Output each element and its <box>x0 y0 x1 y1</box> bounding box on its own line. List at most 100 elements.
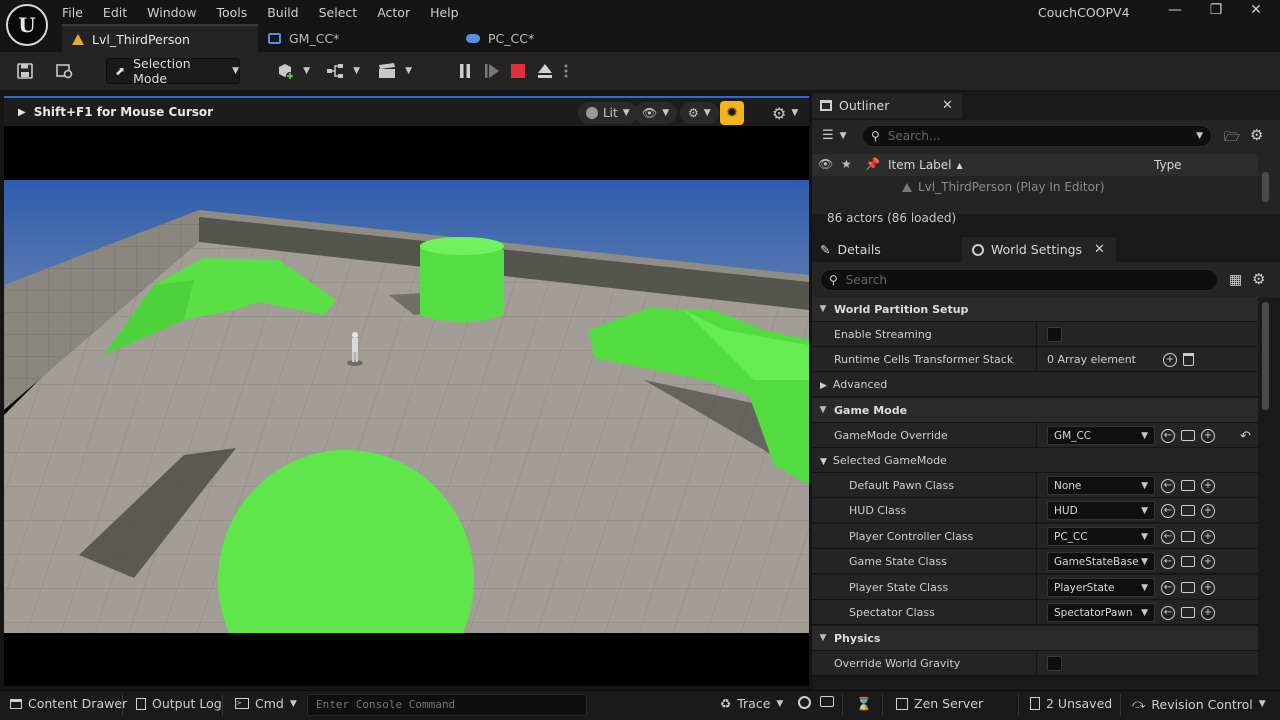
prop-advanced[interactable]: ▶ Advanced <box>812 372 1258 397</box>
spectator-dropdown[interactable]: SpectatorPawn ▼ <box>1047 603 1155 622</box>
realtime-toggle-icon[interactable]: ✹ <box>720 101 744 125</box>
folder-icon[interactable] <box>1181 505 1195 516</box>
record-icon[interactable] <box>798 696 811 709</box>
close-outliner-icon[interactable]: ✕ <box>942 98 953 113</box>
menu-help[interactable]: Help <box>430 5 459 20</box>
browse-arrow-icon[interactable]: ← <box>1161 478 1175 493</box>
zen-server-button[interactable]: Zen Server <box>896 696 983 711</box>
menu-window[interactable]: Window <box>147 5 196 20</box>
browse-arrow-icon[interactable]: ← <box>1161 428 1175 443</box>
menu-actor[interactable]: Actor <box>377 5 410 20</box>
override-gravity-checkbox[interactable] <box>1047 656 1062 671</box>
unreal-logo[interactable]: U <box>6 4 48 46</box>
add-icon[interactable]: + <box>1201 605 1215 620</box>
add-element-icon[interactable]: + <box>1163 352 1177 367</box>
browse-arrow-icon[interactable]: ← <box>1161 554 1175 569</box>
screenshot-icon[interactable] <box>820 696 834 707</box>
view-mode-lit-button[interactable]: Lit ▼ <box>578 102 638 124</box>
blueprints-button[interactable]: ▼ <box>326 60 360 82</box>
revision-control-dropdown[interactable]: ⤼ Revision Control ▼ <box>1132 696 1266 712</box>
save-icon[interactable] <box>14 60 36 82</box>
trash-icon[interactable] <box>1183 353 1194 366</box>
folder-icon[interactable] <box>1181 556 1195 567</box>
menu-edit[interactable]: Edit <box>103 5 127 20</box>
reset-to-default-icon[interactable]: ↶ <box>1240 429 1251 444</box>
pause-icon[interactable] <box>454 60 476 82</box>
browse-arrow-icon[interactable]: ← <box>1161 580 1175 595</box>
player-state-dropdown[interactable]: PlayerState ▼ <box>1047 578 1155 597</box>
close-world-settings-icon[interactable]: ✕ <box>1094 242 1105 257</box>
hourglass-icon[interactable]: ⌛ <box>856 696 872 712</box>
default-pawn-dropdown[interactable]: None ▼ <box>1047 476 1155 495</box>
cmd-dropdown[interactable]: > Cmd ▼ <box>235 696 297 711</box>
game-scene[interactable] <box>4 180 809 633</box>
add-icon[interactable]: + <box>1201 554 1215 569</box>
details-scrollbar[interactable] <box>1262 302 1269 410</box>
table-view-icon[interactable]: ▦ <box>1229 272 1242 288</box>
stop-icon[interactable] <box>507 60 529 82</box>
category-world-partition[interactable]: ▼ World Partition Setup <box>812 297 1258 322</box>
tab-outliner[interactable]: Outliner <box>820 98 889 113</box>
console-command-input[interactable]: Enter Console Command <box>307 694 587 716</box>
tab-gm-cc[interactable]: GM_CC* <box>258 24 454 52</box>
gear-icon[interactable]: ⚙ <box>1250 126 1263 144</box>
visibility-eye-icon[interactable]: 👁 <box>818 157 833 171</box>
add-folder-icon[interactable]: 🗁 <box>1224 128 1240 150</box>
category-physics[interactable]: ▼ Physics <box>812 626 1258 651</box>
browse-arrow-icon[interactable]: ← <box>1161 605 1175 620</box>
prop-selected-gamemode[interactable]: ▼ Selected GameMode <box>812 448 1258 473</box>
output-log-button[interactable]: Output Log <box>136 696 222 711</box>
close-window-button[interactable]: ✕ <box>1246 2 1266 20</box>
tab-world-settings[interactable]: World Settings <box>972 242 1082 257</box>
unsaved-button[interactable]: 2 Unsaved <box>1030 696 1112 711</box>
content-drawer-button[interactable]: Content Drawer <box>10 696 127 711</box>
add-icon[interactable]: + <box>1201 529 1215 544</box>
column-item-label[interactable]: Item Label ▲ <box>888 158 963 172</box>
filter-button[interactable]: ☰ ▼ <box>822 128 847 143</box>
hud-class-dropdown[interactable]: HUD ▼ <box>1047 501 1155 520</box>
folder-icon[interactable] <box>1181 480 1195 491</box>
outliner-row-level[interactable]: Lvl_ThirdPerson (Play In Editor) <box>902 180 1105 194</box>
folder-icon[interactable] <box>1181 531 1195 542</box>
browse-level-icon[interactable] <box>54 60 76 82</box>
category-game-mode[interactable]: ▼ Game Mode <box>812 398 1258 423</box>
player-controller-dropdown[interactable]: PC_CC ▼ <box>1047 527 1155 546</box>
add-icon[interactable]: + <box>1201 580 1215 595</box>
pin-icon[interactable]: 📌 <box>865 157 880 171</box>
outliner-search[interactable]: ⚲ Search... ▼ <box>862 125 1212 147</box>
folder-icon[interactable] <box>1181 607 1195 618</box>
folder-icon[interactable] <box>1181 582 1195 593</box>
menu-select[interactable]: Select <box>319 5 358 20</box>
enable-streaming-checkbox[interactable] <box>1047 327 1062 342</box>
star-icon[interactable]: ★ <box>841 157 852 171</box>
frame-skip-icon[interactable] <box>481 60 503 82</box>
add-icon[interactable]: + <box>1201 428 1215 443</box>
tab-pc-cc[interactable]: PC_CC* <box>456 24 652 52</box>
gamemode-override-dropdown[interactable]: GM_CC ▼ <box>1047 426 1155 445</box>
details-search[interactable]: ⚲ Search <box>820 269 1218 291</box>
minimize-button[interactable]: — <box>1165 2 1185 20</box>
menu-build[interactable]: Build <box>267 5 298 20</box>
column-type[interactable]: Type <box>1154 158 1182 172</box>
menu-tools[interactable]: Tools <box>216 5 247 20</box>
add-actor-button[interactable]: ▼ <box>276 60 310 82</box>
browse-arrow-icon[interactable]: ← <box>1161 503 1175 518</box>
viewport-settings-button[interactable]: ⚙ ▼ <box>764 102 806 124</box>
show-flags-button[interactable]: 👁 ▼ <box>634 102 678 124</box>
level-viewport[interactable]: ▶ Shift+F1 for Mouse Cursor Lit ▼ 👁 ▼ ⚙ … <box>4 96 809 686</box>
tab-lvl-thirdperson[interactable]: Lvl_ThirdPerson <box>62 24 258 52</box>
play-options-icon[interactable] <box>560 60 572 82</box>
folder-icon[interactable] <box>1181 430 1195 441</box>
game-state-dropdown[interactable]: GameStateBase ▼ <box>1047 552 1155 571</box>
outliner-scrollbar[interactable] <box>1262 172 1269 202</box>
menu-file[interactable]: File <box>62 5 83 20</box>
add-icon[interactable]: + <box>1201 503 1215 518</box>
add-icon[interactable]: + <box>1201 478 1215 493</box>
selection-mode-dropdown[interactable]: ⬈ Selection Mode ▼ <box>106 56 240 86</box>
gear-icon[interactable]: ⚙ <box>1252 270 1265 288</box>
browse-arrow-icon[interactable]: ← <box>1161 529 1175 544</box>
performance-button[interactable]: ⚙ ▼ <box>680 102 719 124</box>
trace-dropdown[interactable]: ♻ Trace ▼ <box>720 696 783 711</box>
maximize-button[interactable]: ❐ <box>1206 2 1226 20</box>
cinematics-button[interactable]: ▼ <box>378 60 412 82</box>
